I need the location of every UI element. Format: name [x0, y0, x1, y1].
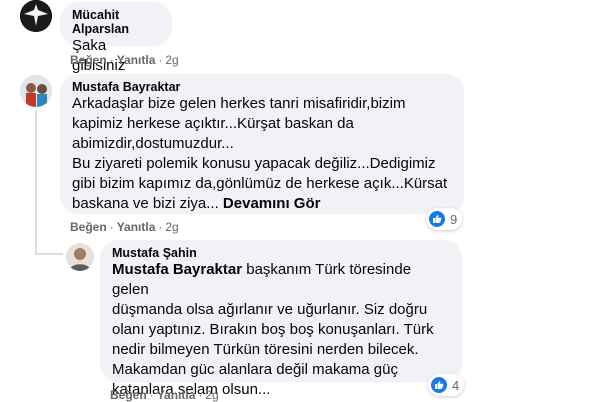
- avatar[interactable]: [66, 243, 94, 271]
- reaction-summary[interactable]: 4: [428, 374, 465, 396]
- reaction-count: 9: [450, 211, 458, 227]
- avatar-photo-icon: [20, 75, 52, 107]
- avatar[interactable]: [20, 75, 52, 107]
- avatar-photo-icon: [66, 243, 94, 271]
- mention-link[interactable]: Mustafa Bayraktar: [112, 261, 242, 278]
- comment-bubble: Mustafa Bayraktar Arkadaşlar bize gelen …: [60, 74, 464, 214]
- comment-text: Arkadaşlar bize gelen herkes tanri misaf…: [72, 94, 452, 214]
- comment-time[interactable]: 2g: [205, 388, 218, 402]
- comment-actions: Beğen · Yanıtla · 2g: [70, 220, 179, 234]
- comment-actions: Beğen · Yanıtla · 2g: [70, 53, 179, 67]
- comment-bubble: Mücahit Alparslan Şaka gibisiniz: [60, 2, 172, 74]
- thumbs-up-icon: [431, 377, 447, 393]
- see-more-link[interactable]: Devamını Gör: [223, 195, 321, 212]
- comment-author[interactable]: Mustafa Bayraktar: [72, 80, 452, 94]
- reply-button[interactable]: Yanıtla: [117, 53, 156, 67]
- reply-button[interactable]: Yanıtla: [117, 220, 156, 234]
- comment-author[interactable]: Mustafa Şahin: [112, 246, 450, 260]
- reply-button[interactable]: Yanıtla: [157, 388, 196, 402]
- thread-branch: [35, 253, 63, 255]
- like-button[interactable]: Beğen: [110, 388, 147, 402]
- comment-time[interactable]: 2g: [165, 53, 178, 67]
- comment-text-content: başkanım Türk töresinde gelen düşmanda o…: [112, 261, 434, 398]
- thread-line: [35, 110, 37, 255]
- like-button[interactable]: Beğen: [70, 53, 107, 67]
- comment-author[interactable]: Mücahit Alparslan: [72, 8, 160, 36]
- thumbs-up-icon: [429, 211, 445, 227]
- comment-bubble: Mustafa Şahin Mustafa Bayraktar başkanım…: [100, 240, 462, 398]
- like-button[interactable]: Beğen: [70, 220, 107, 234]
- reaction-count: 4: [452, 377, 460, 393]
- comment-actions: Beğen · Yanıtla · 2g: [110, 388, 219, 402]
- comment-time[interactable]: 2g: [165, 220, 178, 234]
- reaction-summary[interactable]: 9: [426, 208, 463, 230]
- comment-text: Mustafa Bayraktar başkanım Türk töresind…: [112, 260, 450, 400]
- avatar[interactable]: [20, 0, 52, 32]
- avatar-eagle-icon: [20, 0, 52, 32]
